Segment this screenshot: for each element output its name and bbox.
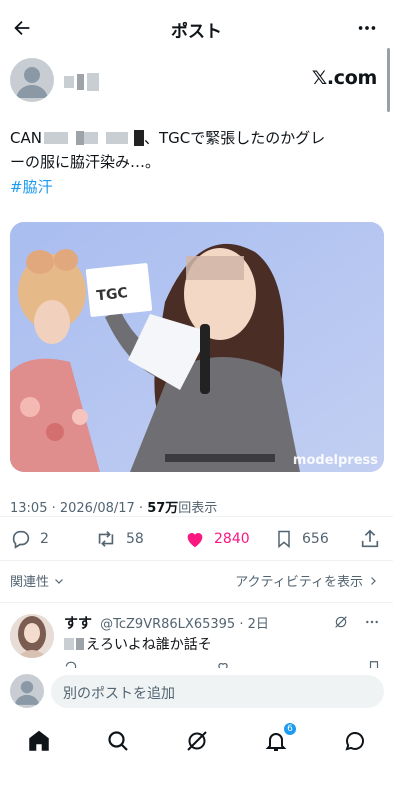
mosaic-block [77, 74, 84, 90]
more-options-button[interactable] [353, 14, 381, 42]
reply-header: すす @TcZ9VR86LX65395 · 2日 [64, 613, 269, 633]
avatar[interactable] [10, 674, 44, 708]
post-meta: 13:05 · 2026/08/17 · 57万回表示 [10, 497, 217, 516]
post-text-line-2: ーの服に脇汗染み…。 [10, 153, 161, 171]
grok-icon [187, 731, 207, 751]
compose-input[interactable]: 別のポストを追加 [51, 675, 384, 708]
reply-icon [12, 530, 30, 549]
activity-label: アクティビティを表示 [235, 575, 363, 590]
mosaic-block [43, 132, 58, 144]
tab-home[interactable] [24, 726, 54, 756]
default-avatar-icon [14, 680, 40, 705]
view-count: 57万 [147, 501, 179, 516]
divider [0, 602, 393, 603]
grok-icon[interactable] [333, 614, 349, 630]
reply-header-actions [333, 614, 381, 630]
post-text: CAN 、TGCで緊張したのかグレ ーの服に脇汗染み…。 [10, 126, 379, 174]
share-icon [361, 529, 379, 548]
image-watermark: modelpress [293, 453, 378, 468]
reply-count: 2 [40, 531, 49, 547]
bookmark-button[interactable]: 656 [274, 526, 329, 552]
heart-filled-icon [187, 533, 203, 548]
reply-icon[interactable] [64, 660, 78, 668]
post-image[interactable]: TGC modelpress [10, 222, 384, 472]
post-text-line-1: CAN 、TGCで緊張したのかグレ [10, 126, 379, 150]
post-author: 𝕏.com [10, 58, 381, 104]
repost-count: 58 [126, 531, 144, 547]
tab-messages[interactable] [340, 726, 370, 756]
post-text-suffix: 、TGCで緊張したのかグレ [143, 129, 326, 147]
source-logo: 𝕏.com [311, 67, 377, 89]
home-icon [29, 730, 49, 751]
more-horizontal-icon[interactable] [363, 614, 381, 630]
share-button[interactable] [359, 526, 381, 552]
reply-composer: 別のポストを追加 [0, 672, 393, 712]
mosaic-block [76, 638, 84, 650]
bookmark-count: 656 [302, 531, 329, 547]
watermark-text: modelpress [292, 453, 378, 468]
avatar[interactable] [10, 58, 54, 102]
tab-grok[interactable] [182, 726, 212, 756]
repost-button[interactable]: 58 [94, 526, 144, 552]
more-horizontal-icon [358, 26, 376, 30]
reply-text-content: えろいよね誰か話そ [86, 637, 212, 653]
divider [0, 560, 393, 561]
notification-badge: 6 [283, 722, 297, 736]
reply-age: · 2日 [239, 617, 269, 632]
chevron-down-icon [55, 578, 63, 584]
mosaic-block [64, 76, 74, 88]
mosaic-block [64, 638, 74, 650]
hashtag-link[interactable]: #脇汗 [10, 176, 53, 197]
sort-relevance-dropdown[interactable]: 関連性 [10, 571, 65, 590]
bottom-tab-bar: 6 [0, 720, 393, 764]
sign-text: TGC [96, 285, 129, 304]
message-icon [345, 732, 364, 751]
mosaic-block [119, 132, 128, 144]
reply-button[interactable]: 2 [10, 526, 49, 552]
mosaic-block [83, 132, 98, 144]
mosaic-block [133, 130, 144, 146]
mosaic-block [87, 73, 99, 91]
mosaic-block [75, 131, 84, 145]
post-actions: 2 58 2840 656 [10, 526, 381, 552]
default-avatar-icon [16, 67, 48, 98]
reply-author-name: すす [64, 616, 92, 632]
divider [0, 516, 393, 517]
mosaic-block [57, 132, 68, 144]
heart-icon[interactable] [216, 660, 230, 668]
repost-icon [98, 531, 114, 547]
tab-search[interactable] [103, 726, 133, 756]
author-name-redacted[interactable] [64, 72, 99, 92]
mosaic-block [105, 132, 120, 144]
reply-item[interactable]: すす @TcZ9VR86LX65395 · 2日 えろいよね誰か話そ [10, 612, 381, 668]
tab-notifications[interactable]: 6 [261, 722, 297, 756]
post-timestamp: 13:05 · 2026/08/17 · [10, 501, 148, 516]
relevance-label: 関連性 [10, 575, 50, 590]
reply-actions-row [64, 660, 381, 668]
reply-avatar-image [10, 614, 54, 658]
scrollbar[interactable] [387, 48, 390, 112]
bookmark-icon[interactable] [367, 660, 381, 668]
reply-text: えろいよね誰か話そ [64, 634, 212, 654]
view-activity-link[interactable]: アクティビティを表示 [235, 571, 379, 590]
chevron-right-icon [371, 576, 376, 585]
reply-handle: @TcZ9VR86LX65395 [100, 617, 236, 632]
bookmark-icon [278, 530, 290, 549]
view-count-label: 回表示 [178, 501, 218, 516]
search-icon [108, 731, 128, 751]
top-header: ポスト [0, 0, 393, 56]
avatar[interactable] [10, 614, 54, 658]
like-count: 2840 [214, 531, 250, 547]
page-title: ポスト [171, 22, 222, 42]
event-photo: TGC [10, 222, 384, 472]
post-text-prefix: CAN [10, 129, 42, 147]
like-button[interactable]: 2840 [184, 526, 250, 552]
